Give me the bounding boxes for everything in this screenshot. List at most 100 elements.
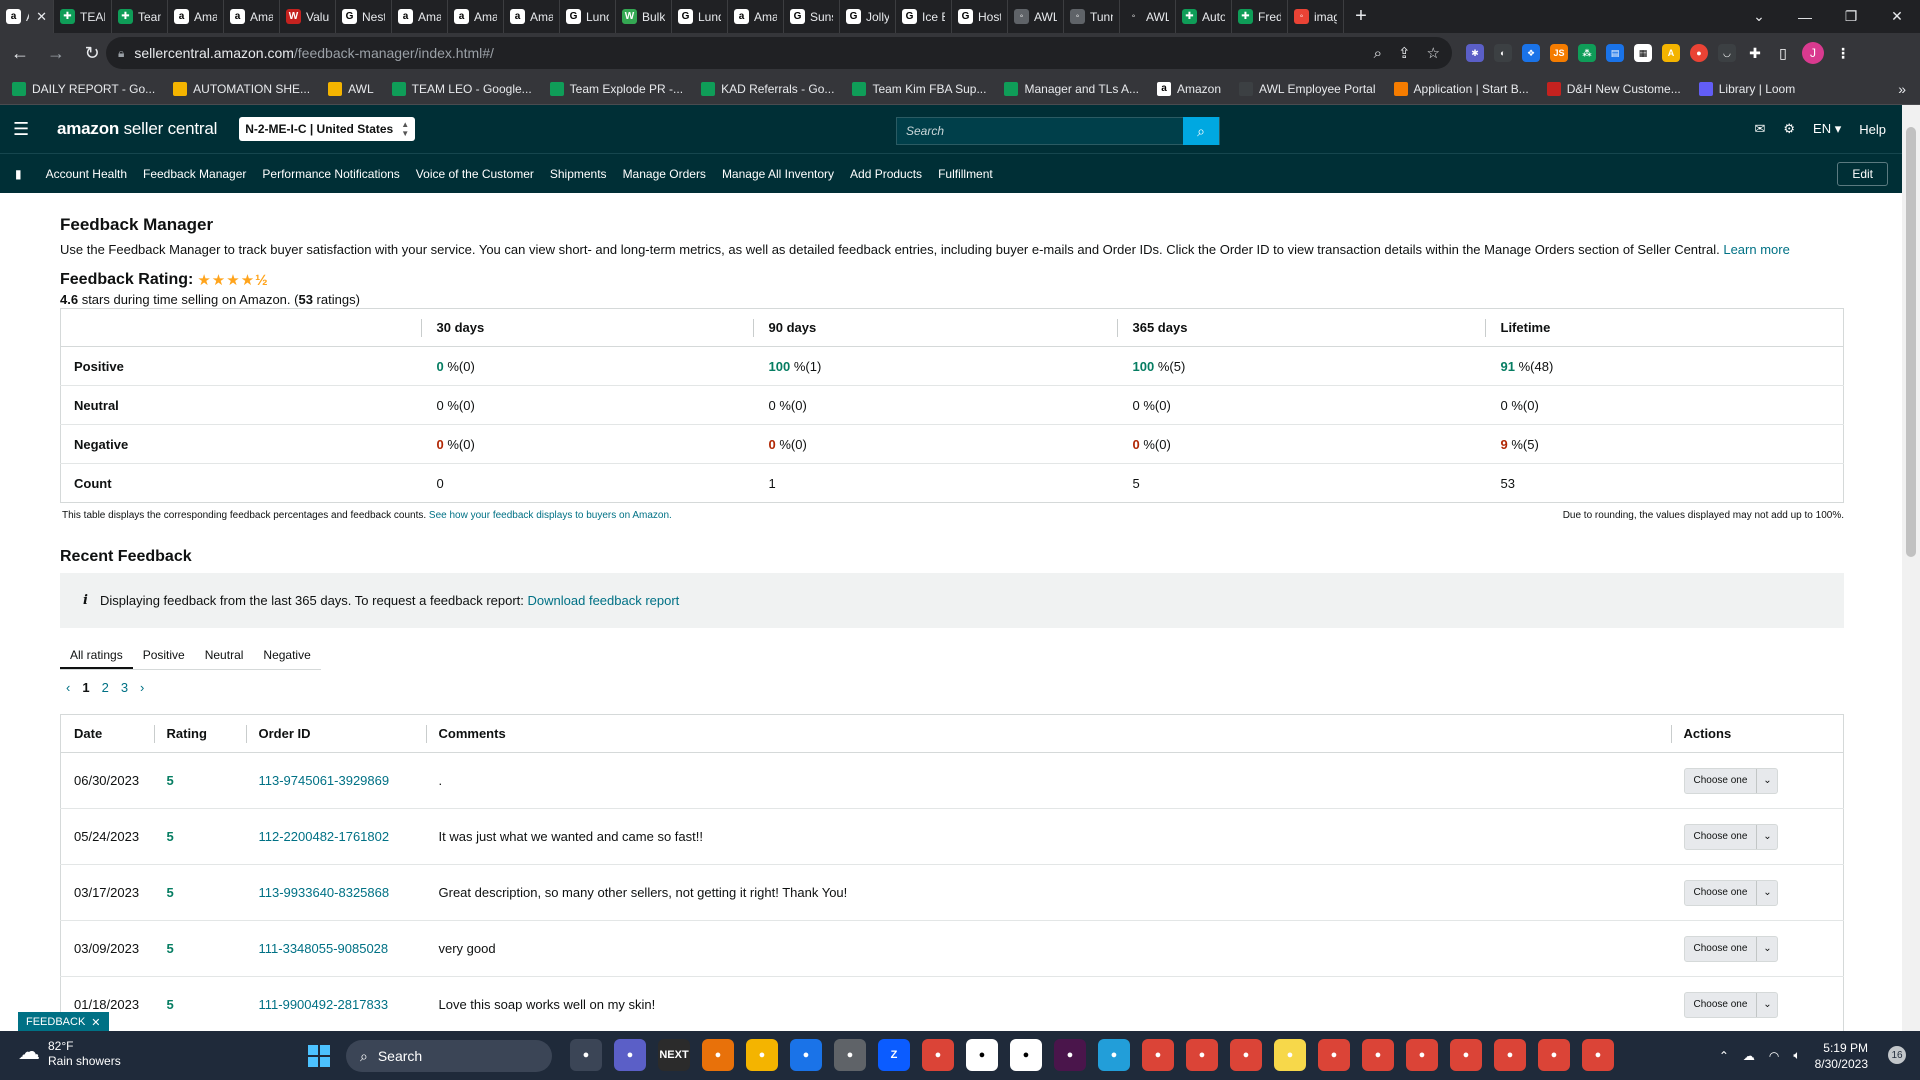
extension-icon[interactable]: A (1662, 44, 1680, 62)
nav-link[interactable]: Manage All Inventory (722, 167, 834, 181)
extension-icon[interactable]: ❖ (1522, 44, 1540, 62)
order-id-link[interactable]: 113-9933640-8325868 (245, 864, 426, 921)
bookmark-ribbon-icon[interactable]: ▮ (15, 167, 22, 181)
page-scrollbar[interactable] (1902, 105, 1920, 1031)
minimize-button[interactable]: — (1782, 0, 1828, 33)
taskbar-app-icon[interactable]: ● (614, 1039, 646, 1071)
taskbar-app-icon[interactable]: ● (1098, 1039, 1130, 1071)
close-window-button[interactable]: ✕ (1874, 0, 1920, 33)
profile-avatar[interactable]: J (1802, 42, 1824, 64)
language-selector[interactable]: EN ▾ (1813, 121, 1841, 137)
taskbar-app-icon[interactable]: ● (1406, 1039, 1438, 1071)
puzzle-icon[interactable]: ✚ (1746, 44, 1764, 62)
browser-tab[interactable]: G Ice B (896, 0, 952, 33)
browser-tab[interactable]: a Ama (224, 0, 280, 33)
back-icon[interactable]: ← (4, 37, 36, 69)
taskbar-app-icon[interactable]: ● (570, 1039, 602, 1071)
browser-tab[interactable]: G Lund (560, 0, 616, 33)
bookmark-item[interactable]: AWL Employee Portal (1239, 81, 1376, 96)
page-number[interactable]: 2 (102, 680, 109, 695)
prev-page-icon[interactable]: ‹ (66, 680, 70, 695)
page-number[interactable]: 3 (121, 680, 128, 695)
bookmark-item[interactable]: Library | Loom (1698, 81, 1795, 96)
bookmark-item[interactable]: AWL (328, 81, 374, 96)
choose-action-dropdown[interactable]: Choose one ⌄ (1683, 767, 1779, 794)
taskbar-app-icon[interactable]: ● (702, 1039, 734, 1071)
tab-negative[interactable]: Negative (253, 640, 320, 669)
nav-link[interactable]: Feedback Manager (143, 167, 246, 181)
nav-link[interactable]: Add Products (850, 167, 922, 181)
taskbar-app-icon[interactable]: ● (834, 1039, 866, 1071)
mail-icon[interactable]: ✉ (1754, 121, 1765, 137)
extension-icon[interactable]: JS (1550, 44, 1568, 62)
taskbar-app-icon[interactable]: ● (1010, 1039, 1042, 1071)
choose-action-dropdown[interactable]: Choose one ⌄ (1683, 879, 1779, 906)
extension-icon[interactable]: ▦ (1634, 44, 1652, 62)
sc-search-box[interactable]: Search ⌕ (896, 117, 1220, 145)
search-icon[interactable]: ⌕ (1183, 117, 1219, 145)
learn-more-link[interactable]: Learn more (1723, 242, 1789, 257)
windows-start-icon[interactable] (308, 1045, 330, 1067)
close-tab-icon[interactable]: ✕ (36, 9, 47, 25)
bookmarks-overflow-icon[interactable]: » (1898, 81, 1906, 97)
gear-icon[interactable]: ⚙ (1783, 121, 1795, 137)
page-number[interactable]: 1 (82, 680, 89, 695)
choose-action-dropdown[interactable]: Choose one ⌄ (1683, 991, 1779, 1018)
address-bar[interactable]: 🔒︎ sellercentral.amazon.com/feedback-man… (106, 37, 1452, 69)
chevron-down-icon[interactable]: ⌄ (1757, 943, 1777, 954)
chevron-down-icon[interactable]: ⌄ (1757, 887, 1777, 898)
taskbar-app-icon[interactable]: ● (790, 1039, 822, 1071)
browser-tab[interactable]: a Ama (504, 0, 560, 33)
taskbar-app-icon[interactable]: ● (1450, 1039, 1482, 1071)
maximize-button[interactable]: ❐ (1828, 0, 1874, 33)
taskbar-app-icon[interactable]: ● (1142, 1039, 1174, 1071)
browser-tab[interactable]: G Host (952, 0, 1008, 33)
side-panel-icon[interactable]: ▯ (1774, 44, 1792, 62)
browser-tab[interactable]: W Value (280, 0, 336, 33)
taskbar-app-icon[interactable]: ● (1494, 1039, 1526, 1071)
choose-action-dropdown[interactable]: Choose one ⌄ (1683, 935, 1779, 962)
order-id-link[interactable]: 111-9900492-2817833 (245, 976, 426, 1033)
browser-tab[interactable]: a Ama (392, 0, 448, 33)
bookmark-item[interactable]: D&H New Custome... (1546, 81, 1681, 96)
seller-central-logo[interactable]: amazon seller central (57, 119, 217, 139)
menu-dots-icon[interactable]: ⋮ (1834, 44, 1852, 62)
nav-link[interactable]: Voice of the Customer (416, 167, 534, 181)
bookmark-item[interactable]: a Amazon (1157, 81, 1221, 96)
choose-action-dropdown[interactable]: Choose one ⌄ (1683, 823, 1779, 850)
browser-tab[interactable]: ◦ imag (1288, 0, 1344, 33)
bookmark-star-icon[interactable]: ☆ (1427, 44, 1440, 62)
help-link[interactable]: Help (1859, 122, 1886, 137)
nav-link[interactable]: Account Health (46, 167, 127, 181)
extension-icon[interactable]: ✱ (1466, 44, 1484, 62)
browser-tab[interactable]: a Ama (728, 0, 784, 33)
taskbar-app-icon[interactable]: NEXT (658, 1039, 690, 1071)
bookmark-item[interactable]: KAD Referrals - Go... (701, 81, 834, 96)
browser-tab[interactable]: ✚ Fred (1232, 0, 1288, 33)
browser-tab[interactable]: G Lund (672, 0, 728, 33)
bookmark-item[interactable]: Team Explode PR -... (549, 81, 683, 96)
zoom-icon[interactable]: ⌕ (1374, 45, 1382, 62)
extension-icon[interactable]: ▤ (1606, 44, 1624, 62)
browser-tab[interactable]: ✚ TEAM (54, 0, 112, 33)
bookmark-item[interactable]: Team Kim FBA Sup... (852, 81, 986, 96)
taskbar-app-icon[interactable]: ● (966, 1039, 998, 1071)
weather-widget[interactable]: ☁ 82°F Rain showers (18, 1039, 121, 1069)
hamburger-menu-icon[interactable]: ☰ (13, 119, 31, 140)
chevron-down-icon[interactable]: ⌄ (1757, 775, 1777, 786)
clock[interactable]: 5:19 PM 8/30/2023 (1815, 1040, 1868, 1072)
order-id-link[interactable]: 113-9745061-3929869 (245, 752, 426, 809)
chevron-down-icon[interactable]: ⌄ (1757, 831, 1777, 842)
bookmark-item[interactable]: AUTOMATION SHE... (173, 81, 310, 96)
taskbar-app-icon[interactable]: ● (1318, 1039, 1350, 1071)
browser-tab[interactable]: ✚ Team (112, 0, 168, 33)
taskbar-app-icon[interactable]: ● (1274, 1039, 1306, 1071)
reload-icon[interactable]: ↻ (76, 37, 108, 69)
download-report-link[interactable]: Download feedback report (528, 593, 680, 608)
store-selector[interactable]: N-2-ME-I-C | United States ▲ ▼ (239, 117, 416, 141)
browser-tab[interactable]: G Nestl (336, 0, 392, 33)
close-icon[interactable]: ✕ (91, 1016, 100, 1029)
nav-link[interactable]: Fulfillment (938, 167, 993, 181)
nav-link[interactable]: Shipments (550, 167, 607, 181)
browser-tab[interactable]: W Bulk (616, 0, 672, 33)
